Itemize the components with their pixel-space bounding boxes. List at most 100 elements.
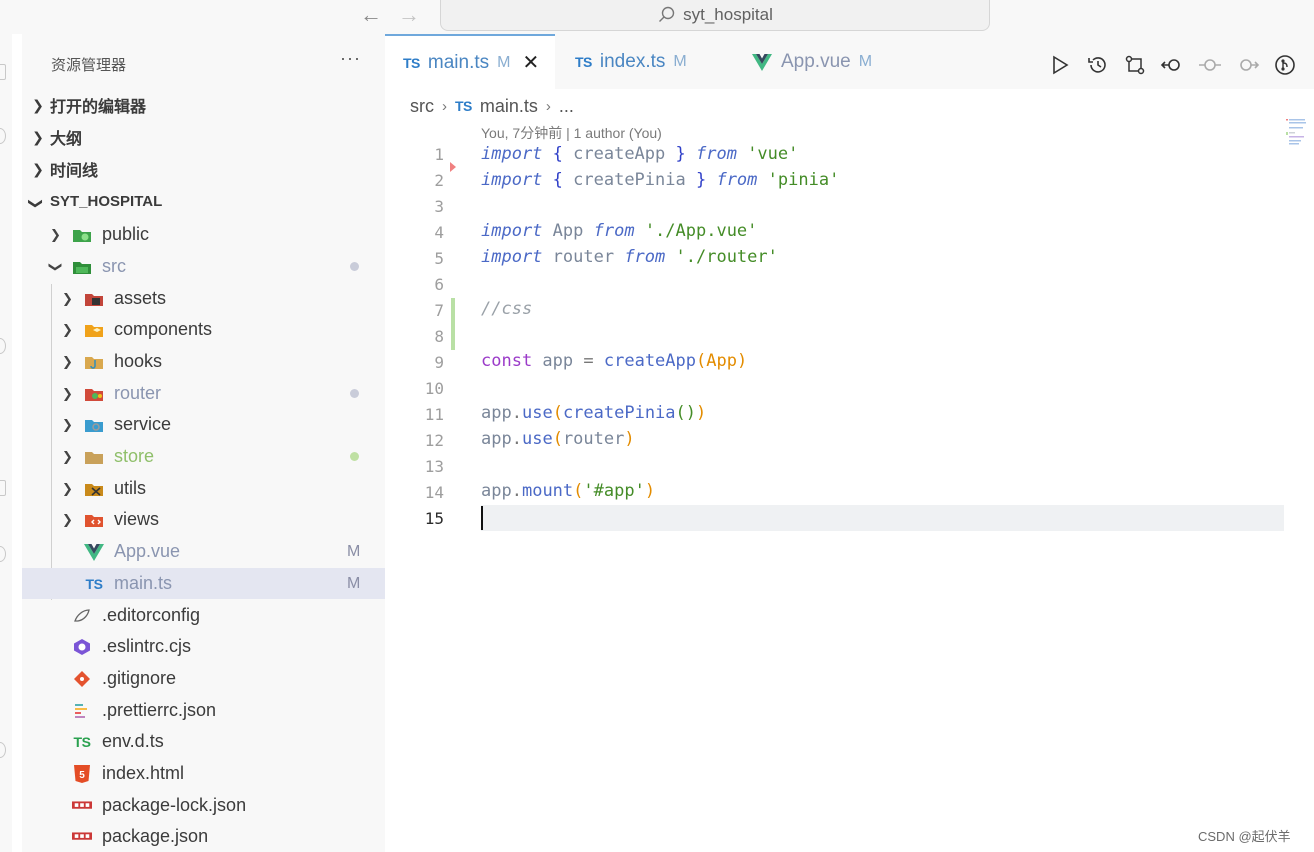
tree-file-package-json[interactable]: package.json: [22, 821, 385, 852]
history-icon[interactable]: [1086, 53, 1110, 77]
more-actions-icon[interactable]: ···: [340, 48, 361, 69]
line-number: 4: [434, 223, 444, 242]
tree-folder-service[interactable]: ❯ service: [22, 409, 385, 440]
section-timeline[interactable]: ❯ 时间线: [22, 154, 385, 184]
chevron-right-icon: ❯: [62, 480, 73, 496]
folder-assets-icon: [84, 290, 104, 308]
git-file-icon: [72, 670, 92, 688]
modified-dot: [350, 389, 359, 398]
typescript-file-icon: TS: [455, 98, 472, 114]
gitlens-icon[interactable]: [1273, 53, 1297, 77]
code-line-14[interactable]: app.mount('#app'): [481, 481, 655, 501]
typescript-file-icon: TS: [403, 54, 420, 71]
eslint-file-icon: [72, 638, 92, 656]
tab-index-ts[interactable]: TS index.ts M: [555, 34, 725, 89]
modified-dot: [350, 262, 359, 271]
tree-folder-views[interactable]: ❯ views: [22, 504, 385, 535]
code-line-1[interactable]: import { createApp } from 'vue': [481, 144, 798, 164]
tree-file-main-ts[interactable]: TS main.ts M: [22, 568, 385, 599]
tree-file-env-d-ts[interactable]: TS env.d.ts: [22, 726, 385, 757]
tree-folder-src[interactable]: ❯ src: [22, 251, 385, 282]
code-line-2[interactable]: import { createPinia } from 'pinia': [481, 170, 839, 190]
command-center-search[interactable]: syt_hospital: [440, 0, 990, 31]
activity-bar: [0, 34, 12, 852]
folder-public-icon: [72, 226, 92, 244]
account-icon[interactable]: [0, 338, 6, 354]
modified-badge: M: [347, 574, 361, 592]
tree-folder-utils[interactable]: ❯ utils: [22, 473, 385, 504]
tab-main-ts[interactable]: TS main.ts M ✕: [385, 34, 555, 89]
tree-folder-hooks[interactable]: ❯ hooks: [22, 346, 385, 377]
code-line-5[interactable]: import router from './router': [481, 247, 778, 267]
folder-store-icon: [84, 448, 104, 466]
breadcrumb-symbols[interactable]: ...: [559, 96, 574, 117]
code-line-7[interactable]: //css: [481, 299, 532, 319]
code-line-12[interactable]: app.use(router): [481, 429, 635, 449]
search-icon: [659, 6, 675, 22]
minimap[interactable]: [1286, 118, 1308, 148]
explorer-icon[interactable]: [0, 64, 6, 80]
tree-folder-assets[interactable]: ❯ assets: [22, 283, 385, 314]
breadcrumb-file[interactable]: main.ts: [480, 96, 538, 117]
tree-file-package-lock[interactable]: package-lock.json: [22, 790, 385, 821]
tree-file-app-vue[interactable]: App.vue M: [22, 536, 385, 567]
html-file-icon: 5: [72, 764, 92, 783]
forward-arrow-icon[interactable]: →: [398, 2, 420, 28]
git-commit-icon[interactable]: [1198, 53, 1222, 77]
line-number: 13: [424, 457, 444, 476]
codelens-blame[interactable]: You, 7分钟前 | 1 author (You): [481, 123, 662, 143]
line-number: 8: [434, 327, 444, 346]
code-line-9[interactable]: const app = createApp(App): [481, 351, 747, 371]
git-added-indicator[interactable]: [451, 298, 455, 350]
explorer-sidebar: 资源管理器 ··· ❯ 打开的编辑器 ❯ 大纲 ❯ 时间线 ❯ SYT_HOSPITAL…: [22, 34, 385, 852]
section-outline[interactable]: ❯ 大纲: [22, 122, 385, 152]
chevron-down-icon: ❯: [28, 197, 45, 209]
remote-icon[interactable]: [0, 546, 6, 562]
typescript-def-file-icon: TS: [73, 733, 91, 750]
line-number: 1: [434, 145, 444, 164]
line-number: 12: [424, 431, 444, 450]
explorer-title: 资源管理器: [51, 57, 127, 74]
npm-file-icon: [72, 797, 92, 815]
folder-components-icon: [84, 321, 104, 339]
folder-service-icon: [84, 416, 104, 434]
tree-folder-router[interactable]: ❯ router: [22, 378, 385, 409]
breadcrumb-folder[interactable]: src: [410, 96, 434, 117]
previous-change-icon[interactable]: [1160, 53, 1184, 77]
tree-file-eslintrc[interactable]: .eslintrc.cjs: [22, 631, 385, 662]
chevron-right-icon: ❯: [62, 385, 73, 401]
watermark: CSDN @起伏羊: [1198, 829, 1291, 844]
compare-changes-icon[interactable]: [1123, 53, 1147, 77]
tree-folder-store[interactable]: ❯ store: [22, 441, 385, 472]
chevron-right-icon: ❯: [62, 416, 73, 432]
tab-app-vue[interactable]: App.vue M: [725, 34, 905, 89]
tree-folder-public[interactable]: ❯ public: [22, 219, 385, 250]
tree-file-gitignore[interactable]: .gitignore: [22, 663, 385, 694]
tree-file-prettierrc[interactable]: .prettierrc.json: [22, 695, 385, 726]
code-line-4[interactable]: import App from './App.vue': [481, 221, 757, 241]
tree-folder-components[interactable]: ❯ components: [22, 314, 385, 345]
extensions-icon[interactable]: [0, 480, 6, 496]
back-arrow-icon[interactable]: ←: [360, 2, 382, 28]
git-deleted-indicator[interactable]: [450, 162, 456, 172]
text-cursor: [481, 506, 483, 530]
search-text: syt_hospital: [683, 5, 773, 24]
line-number: 7: [434, 301, 444, 320]
code-line-11[interactable]: app.use(createPinia()): [481, 403, 706, 423]
section-project[interactable]: ❯ SYT_HOSPITAL: [22, 186, 385, 216]
settings-icon[interactable]: [0, 742, 6, 758]
breadcrumb-separator: ›: [545, 97, 551, 115]
line-number-current: 15: [424, 509, 444, 528]
next-change-icon[interactable]: [1236, 53, 1260, 77]
chevron-right-icon: ❯: [62, 511, 73, 527]
close-tab-icon[interactable]: ✕: [522, 50, 539, 75]
section-open-editors[interactable]: ❯ 打开的编辑器: [22, 90, 385, 120]
chevron-down-icon: ❯: [48, 261, 64, 272]
tree-file-editorconfig[interactable]: .editorconfig: [22, 600, 385, 631]
search-activity-icon[interactable]: [0, 128, 6, 144]
line-number: 11: [424, 405, 444, 424]
tree-file-index-html[interactable]: 5 index.html: [22, 758, 385, 789]
breadcrumb: src › TS main.ts › ...: [410, 94, 574, 118]
folder-hooks-icon: [84, 353, 104, 371]
run-icon[interactable]: [1048, 53, 1072, 77]
